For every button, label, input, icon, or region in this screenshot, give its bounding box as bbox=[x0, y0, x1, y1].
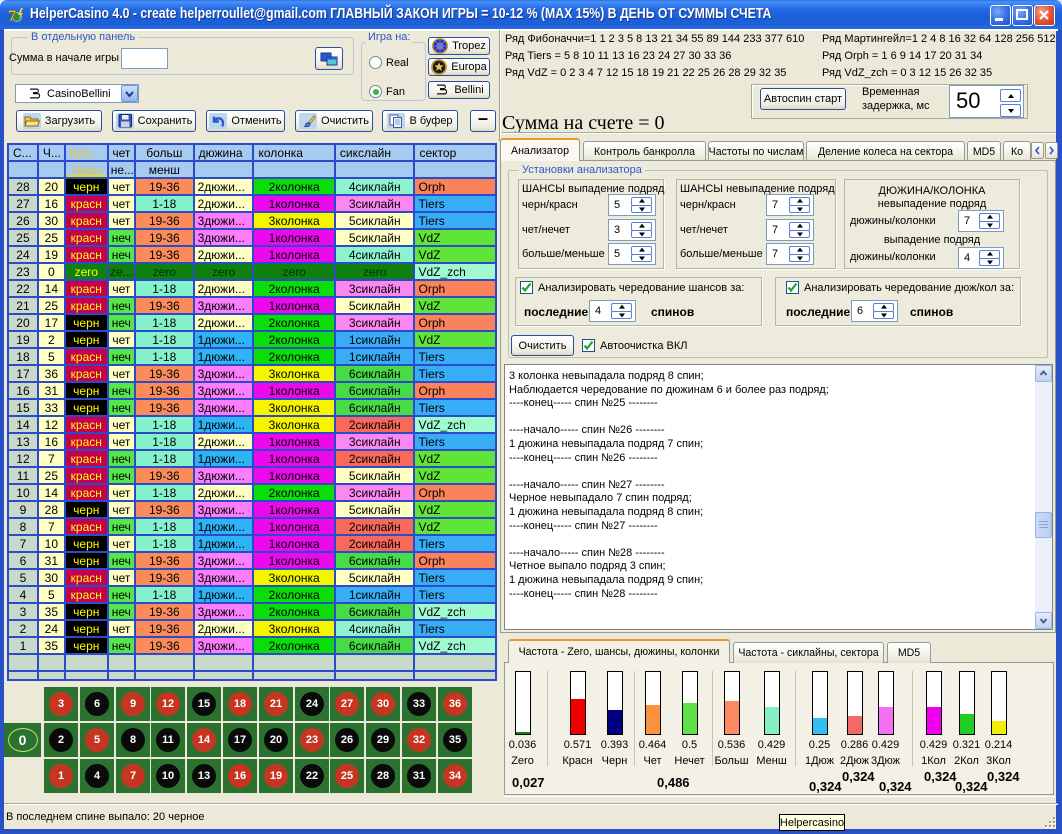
svg-text:7: 7 bbox=[8, 8, 16, 25]
